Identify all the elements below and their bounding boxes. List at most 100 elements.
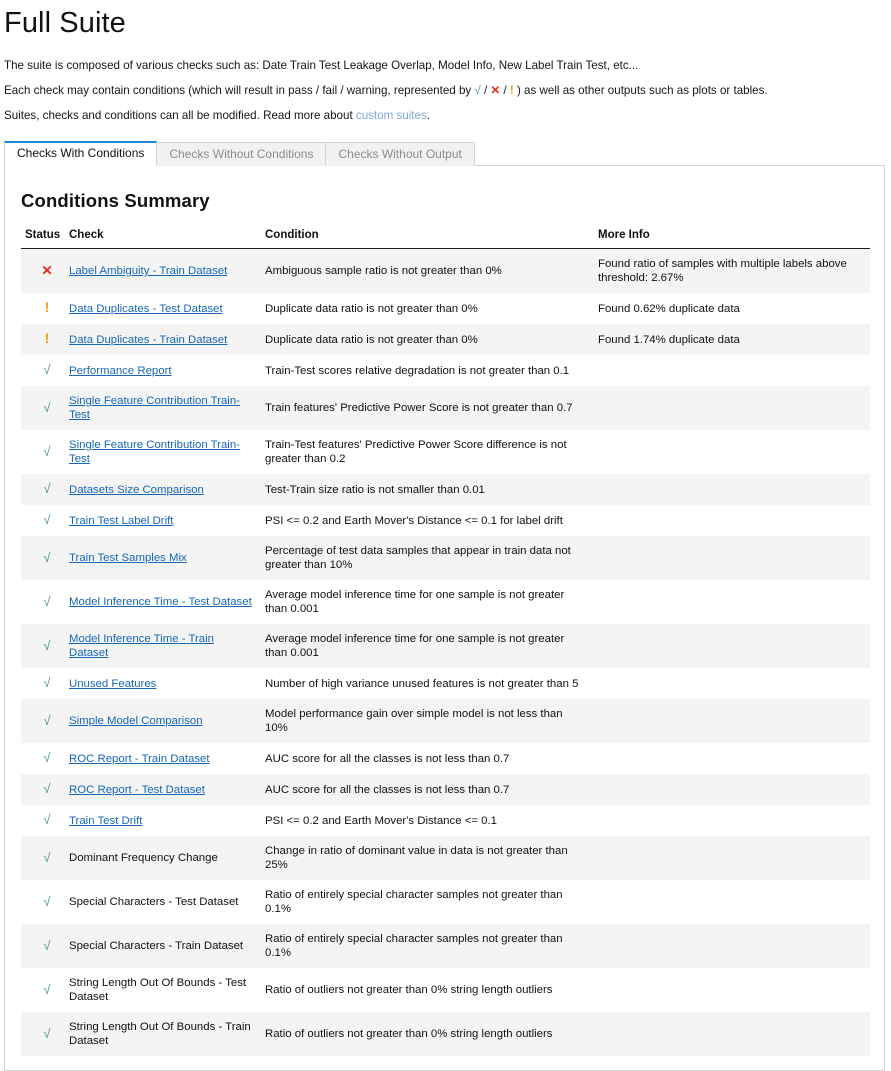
more-info-cell [598,580,870,624]
check-link[interactable]: Train Test Drift [69,815,142,827]
table-row: √ String Length Out Of Bounds - Test Data… [21,968,870,1012]
condition-cell: Model performance gain over simple model… [265,699,598,743]
check-link[interactable]: Simple Model Comparison [69,715,203,727]
status-cell: √ [21,430,69,474]
checks-with-conditions-panel: Conditions Summary Status Check Conditio… [4,165,885,1071]
more-info-cell [598,774,870,805]
check-cell: Special Characters - Train Dataset [69,924,265,968]
more-info-cell: Found 1.74% duplicate data [598,324,870,355]
condition-cell: Train features' Predictive Power Score i… [265,386,598,430]
check-label: Dominant Frequency Change [69,852,218,864]
check-link[interactable]: Data Duplicates - Train Dataset [69,334,227,346]
more-info-cell [598,1012,870,1056]
condition-cell: Ambiguous sample ratio is not greater th… [265,248,598,293]
check-link[interactable]: Train Test Label Drift [69,515,173,527]
check-link[interactable]: ROC Report - Train Dataset [69,753,210,765]
check-link[interactable]: Single Feature Contribution Train-Test [69,439,240,465]
table-row: √ Dominant Frequency Change Change in rati… [21,836,870,880]
table-row: √ String Length Out Of Bounds - Train Dat… [21,1012,870,1056]
more-info-cell [598,924,870,968]
intro-line-3: Suites, checks and conditions can all be… [4,103,891,128]
check-cell: Special Characters - Test Dataset [69,880,265,924]
status-cell: √ [21,580,69,624]
intro-text: The suite is composed of various checks … [4,53,891,128]
tab-checks-without-conditions[interactable]: Checks Without Conditions [156,142,327,166]
pass-status-icon: √ [43,981,51,997]
check-cell: Datasets Size Comparison [69,474,265,505]
pass-status-icon: √ [43,712,51,728]
custom-suites-link[interactable]: custom suites [356,109,427,122]
more-info-cell [598,836,870,880]
check-cell: Train Test Samples Mix [69,536,265,580]
more-info-cell [598,505,870,536]
pass-status-icon: √ [43,593,51,609]
warn-status-icon: ! [44,300,50,315]
check-cell: Train Test Drift [69,805,265,836]
pass-status-icon: √ [43,362,51,377]
status-cell: ! [21,324,69,355]
more-info-cell [598,968,870,1012]
column-header-status: Status [21,229,69,249]
table-row: ! Data Duplicates - Train Dataset Duplicat… [21,324,870,355]
conditions-summary-table: Status Check Condition More Info ✕ Label … [21,229,870,1056]
condition-cell: Test-Train size ratio is not smaller tha… [265,474,598,505]
condition-cell: Train-Test scores relative degradation i… [265,364,570,377]
check-link[interactable]: Data Duplicates - Test Dataset [69,303,223,315]
condition-cell: PSI <= 0.2 and Earth Mover's Distance <=… [265,814,498,827]
pass-status-icon: √ [43,443,51,459]
warn-status-icon: ! [44,331,50,346]
check-cell: Unused Features [69,668,265,699]
pass-status-icon: √ [43,849,51,865]
check-cell: Simple Model Comparison [69,699,265,743]
pass-status-icon: √ [43,549,51,565]
condition-cell: Ratio of entirely special character samp… [265,889,563,915]
more-info-cell [598,743,870,774]
check-link[interactable]: ROC Report - Test Dataset [69,784,205,796]
condition-cell: PSI <= 0.2 and Earth Mover's Distance <=… [265,514,563,527]
status-cell: √ [21,1012,69,1056]
check-link[interactable]: Model Inference Time - Test Dataset [69,596,252,608]
status-cell: √ [21,355,69,386]
pass-status-icon: √ [43,1025,51,1041]
condition-cell: Change in ratio of dominant value in dat… [265,836,598,880]
page-title: Full Suite [4,7,126,39]
more-info-cell: Found ratio of samples with multiple lab… [598,248,870,293]
check-link[interactable]: Label Ambiguity - Train Dataset [69,265,227,277]
status-cell: √ [21,774,69,805]
status-cell: √ [21,805,69,836]
table-row: √ Performance Report Train-Test scores rel… [21,355,870,386]
condition-cell: Average model inference time for one sam… [265,624,598,668]
status-cell: √ [21,743,69,774]
check-cell: Train Test Label Drift [69,505,265,536]
pass-status-icon: √ [43,893,51,909]
check-link[interactable]: Single Feature Contribution Train-Test [69,395,240,421]
intro-text-segment: The suite is composed of various checks … [4,59,639,72]
check-label: String Length Out Of Bounds - Train Data… [69,1021,251,1047]
tab-checks-with-conditions[interactable]: Checks With Conditions [4,141,158,166]
check-link[interactable]: Unused Features [69,678,156,690]
check-cell: ROC Report - Test Dataset [69,774,265,805]
more-info-cell [598,624,870,668]
more-info-cell [598,386,870,430]
check-cell: Single Feature Contribution Train-Test [69,386,265,430]
status-cell: √ [21,624,69,668]
tab-checks-without-output[interactable]: Checks Without Output [325,142,475,166]
condition-cell: AUC score for all the classes is not les… [265,774,598,805]
more-info-cell [598,355,870,386]
check-cell: String Length Out Of Bounds - Train Data… [69,1012,265,1056]
intro-line-1: The suite is composed of various checks … [4,53,891,78]
column-header-more-info: More Info [598,229,870,249]
intro-line-2: Each check may contain conditions (which… [4,78,891,103]
intro-text-segment: / [500,84,510,97]
pass-status-icon: √ [43,481,51,496]
check-link[interactable]: Train Test Samples Mix [69,552,187,564]
more-info-cell [598,474,870,505]
table-row: √ Train Test Label Drift PSI <= 0.2 and Ea… [21,505,870,536]
intro-text-segment: ) as well as other outputs such as plots… [513,84,768,97]
check-cell: Performance Report [69,355,265,386]
check-link[interactable]: Model Inference Time - Train Dataset [69,633,214,659]
check-link[interactable]: Performance Report [69,365,172,377]
table-row: √ Single Feature Contribution Train-Test T… [21,386,870,430]
check-link[interactable]: Datasets Size Comparison [69,484,204,496]
table-row: ! Data Duplicates - Test Dataset Duplicate… [21,293,870,324]
